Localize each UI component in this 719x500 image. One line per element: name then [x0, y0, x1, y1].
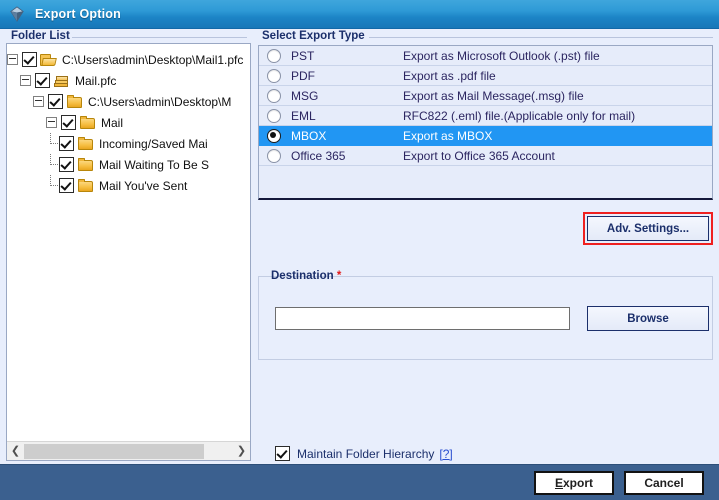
- tree-guide: [46, 133, 59, 154]
- export-type-description: Export as MBOX: [403, 128, 493, 143]
- export-type-radio[interactable]: [267, 128, 281, 143]
- tree-collapse-toggle[interactable]: [7, 54, 18, 65]
- folder-item-label: C:\Users\admin\Desktop\Mail1.pfc: [62, 52, 244, 67]
- export-button[interactable]: Export: [534, 471, 614, 495]
- window-title: Export Option: [35, 7, 121, 21]
- folder-checkbox[interactable]: [35, 73, 50, 88]
- export-type-radio[interactable]: [267, 148, 281, 163]
- folder-checkbox[interactable]: [59, 178, 74, 193]
- folder-tree-item[interactable]: Mail: [7, 112, 250, 133]
- folder-tree-item[interactable]: Mail Waiting To Be S: [7, 154, 250, 175]
- tree-collapse-toggle[interactable]: [20, 75, 31, 86]
- adv-settings-button[interactable]: Adv. Settings...: [587, 216, 709, 241]
- export-type-description: Export as Microsoft Outlook (.pst) file: [403, 48, 600, 63]
- export-type-option[interactable]: PST Export as Microsoft Outlook (.pst) fi…: [259, 46, 712, 66]
- folder-closed-icon: [77, 157, 94, 172]
- export-type-description: RFC822 (.eml) file.(Applicable only for …: [403, 108, 636, 123]
- scrollbar-track[interactable]: [24, 443, 233, 460]
- folder-list-label: Folder List: [11, 30, 70, 42]
- maintain-folder-hierarchy-help-link[interactable]: [?]: [439, 447, 452, 461]
- export-type-option[interactable]: MSG Export as Mail Message(.msg) file: [259, 86, 712, 106]
- export-type-list[interactable]: PST Export as Microsoft Outlook (.pst) fi…: [258, 45, 713, 200]
- folder-checkbox[interactable]: [48, 94, 63, 109]
- folder-checkbox[interactable]: [22, 52, 37, 67]
- cancel-button[interactable]: Cancel: [624, 471, 704, 495]
- export-type-description: Export to Office 365 Account: [403, 148, 555, 163]
- scroll-left-icon[interactable]: ❮: [7, 443, 24, 460]
- scroll-right-icon[interactable]: ❯: [233, 443, 250, 460]
- folder-item-label: C:\Users\admin\Desktop\M: [88, 94, 232, 109]
- folder-tree[interactable]: C:\Users\admin\Desktop\Mail1.pfc Mail.pfc…: [7, 44, 250, 442]
- export-type-radio[interactable]: [267, 68, 281, 83]
- export-type-name: MBOX: [291, 128, 327, 143]
- export-button-label: xport: [563, 476, 593, 490]
- export-type-radio[interactable]: [267, 108, 281, 123]
- folder-tree-item[interactable]: Mail You've Sent: [7, 175, 250, 196]
- folder-tree-item[interactable]: C:\Users\admin\Desktop\M: [7, 91, 250, 112]
- export-button-accel: E: [554, 476, 563, 490]
- maintain-folder-hierarchy-label: Maintain Folder Hierarchy: [297, 446, 435, 461]
- required-marker: *: [336, 270, 342, 282]
- folder-item-label: Incoming/Saved Mai: [99, 136, 208, 151]
- tree-guide: [46, 175, 59, 196]
- folder-closed-icon: [79, 115, 96, 130]
- export-type-name: PST: [291, 48, 315, 63]
- export-type-group-line: [369, 37, 713, 38]
- maintain-folder-hierarchy-checkbox[interactable]: [275, 446, 290, 461]
- destination-label: Destination *: [268, 270, 344, 282]
- export-type-description: Export as .pdf file: [403, 68, 496, 83]
- folder-checkbox[interactable]: [61, 115, 76, 130]
- folder-list-horizontal-scrollbar[interactable]: ❮ ❯: [7, 441, 250, 460]
- folder-open-icon: [40, 53, 57, 67]
- package-icon: [53, 74, 70, 88]
- title-bar: Export Option: [0, 0, 719, 29]
- destination-input[interactable]: [275, 307, 570, 330]
- scrollbar-thumb[interactable]: [24, 443, 204, 459]
- folder-tree-item[interactable]: Mail.pfc: [7, 70, 250, 91]
- folder-list-panel: C:\Users\admin\Desktop\Mail1.pfc Mail.pfc…: [6, 43, 251, 461]
- export-type-radio[interactable]: [267, 48, 281, 63]
- browse-button[interactable]: Browse: [587, 306, 709, 331]
- export-type-option[interactable]: MBOX Export as MBOX: [259, 126, 712, 146]
- folder-item-label: Mail.pfc: [75, 73, 117, 88]
- folder-closed-icon: [66, 94, 83, 109]
- export-type-description: Export as Mail Message(.msg) file: [403, 88, 584, 103]
- export-type-label: Select Export Type: [262, 30, 365, 42]
- footer-bar: Export Cancel: [0, 464, 719, 500]
- export-type-name: PDF: [291, 68, 315, 83]
- export-type-name: MSG: [291, 88, 319, 103]
- folder-checkbox[interactable]: [59, 157, 74, 172]
- export-type-option[interactable]: Office 365 Export to Office 365 Account: [259, 146, 712, 166]
- app-gem-icon: [9, 6, 25, 22]
- folder-tree-item[interactable]: C:\Users\admin\Desktop\Mail1.pfc: [7, 49, 250, 70]
- folder-item-label: Mail: [101, 115, 124, 130]
- maintain-folder-hierarchy-row[interactable]: Maintain Folder Hierarchy [?]: [275, 446, 453, 461]
- folder-item-label: Mail You've Sent: [99, 178, 188, 193]
- export-type-option[interactable]: EML RFC822 (.eml) file.(Applicable only f…: [259, 106, 712, 126]
- tree-guide: [46, 154, 59, 175]
- destination-label-text: Destination: [271, 270, 334, 282]
- tree-collapse-toggle[interactable]: [46, 117, 57, 128]
- folder-checkbox[interactable]: [59, 136, 74, 151]
- folder-closed-icon: [77, 178, 94, 193]
- tree-collapse-toggle[interactable]: [33, 96, 44, 107]
- export-type-name: Office 365: [291, 148, 346, 163]
- export-type-radio[interactable]: [267, 88, 281, 103]
- export-option-dialog: Export Option Folder List C:\Users\admin…: [0, 0, 719, 500]
- export-type-name: EML: [291, 108, 316, 123]
- folder-item-label: Mail Waiting To Be S: [99, 157, 210, 172]
- folder-tree-item[interactable]: Incoming/Saved Mai: [7, 133, 250, 154]
- folder-list-group-line: [72, 37, 247, 38]
- export-type-option[interactable]: PDF Export as .pdf file: [259, 66, 712, 86]
- folder-closed-icon: [77, 136, 94, 151]
